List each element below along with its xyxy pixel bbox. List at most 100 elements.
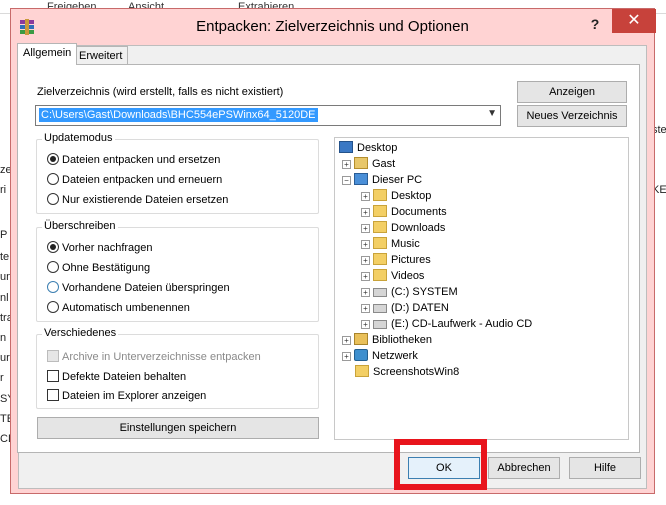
radio-skip-existing[interactable]: Vorhandene Dateien überspringen bbox=[47, 281, 230, 294]
radio-icon[interactable] bbox=[47, 281, 59, 293]
tree-label: (E:) CD-Laufwerk - Audio CD bbox=[391, 318, 533, 330]
tree-node-desktop[interactable]: Desktop bbox=[339, 140, 397, 156]
checkbox-show-explorer[interactable]: Dateien im Explorer anzeigen bbox=[47, 389, 206, 402]
tree-node-pc-desktop[interactable]: + Desktop bbox=[361, 188, 431, 204]
path-label: Zielverzeichnis (wird erstellt, falls es… bbox=[37, 86, 284, 98]
downloads-folder-icon bbox=[373, 221, 387, 233]
radio-ask-before[interactable]: Vorher nachfragen bbox=[47, 241, 153, 254]
expand-icon[interactable]: + bbox=[361, 320, 370, 329]
network-icon bbox=[354, 349, 368, 361]
expand-icon[interactable]: + bbox=[361, 192, 370, 201]
tree-label: Bibliotheken bbox=[372, 334, 432, 346]
group-title: Updatemodus bbox=[42, 132, 115, 144]
radio-selected-icon[interactable] bbox=[47, 241, 59, 253]
group-title: Verschiedenes bbox=[42, 327, 119, 339]
close-button[interactable]: ✕ bbox=[612, 9, 656, 33]
expand-icon[interactable]: + bbox=[342, 336, 351, 345]
tree-node-netzwerk[interactable]: + Netzwerk bbox=[342, 348, 418, 364]
tree-node-downloads[interactable]: + Downloads bbox=[361, 220, 445, 236]
tree-label: Desktop bbox=[391, 190, 432, 202]
option-label: Vorher nachfragen bbox=[62, 242, 153, 254]
update-mode-group: Updatemodus Dateien entpacken und ersetz… bbox=[36, 132, 319, 214]
destination-path-combobox[interactable]: C:\Users\Gast\Downloads\BHC554ePSWinx64_… bbox=[35, 105, 501, 126]
option-label: Vorhandene Dateien überspringen bbox=[62, 282, 230, 294]
music-folder-icon bbox=[373, 237, 387, 249]
tree-label: Dieser PC bbox=[372, 174, 423, 186]
dialog-title: Entpacken: Zielverzeichnis und Optionen bbox=[196, 18, 469, 35]
bg-fragment: nl bbox=[0, 292, 9, 304]
pictures-folder-icon bbox=[373, 253, 387, 265]
checkbox-icon[interactable] bbox=[47, 389, 59, 401]
bg-fragment: n bbox=[0, 332, 7, 344]
option-label: Dateien im Explorer anzeigen bbox=[62, 390, 207, 402]
tree-label: Videos bbox=[391, 270, 425, 282]
desktop-icon bbox=[339, 141, 353, 153]
tab-erweitert[interactable]: Erweitert bbox=[73, 46, 129, 65]
tree-node-videos[interactable]: + Videos bbox=[361, 268, 424, 284]
checkbox-icon bbox=[47, 350, 59, 362]
tree-label: Netzwerk bbox=[372, 350, 418, 362]
radio-no-confirm[interactable]: Ohne Bestätigung bbox=[47, 261, 150, 274]
expand-icon[interactable]: + bbox=[361, 272, 370, 281]
tree-label: Desktop bbox=[357, 142, 398, 154]
title-bar[interactable]: Entpacken: Zielverzeichnis und Optionen … bbox=[11, 9, 656, 43]
drive-icon bbox=[373, 304, 387, 313]
tree-label: Music bbox=[391, 238, 420, 250]
tree-node-pictures[interactable]: + Pictures bbox=[361, 252, 431, 268]
tab-allgemein[interactable]: Allgemein bbox=[17, 43, 78, 65]
tree-label: Downloads bbox=[391, 222, 446, 234]
help-button[interactable]: Hilfe bbox=[569, 457, 641, 479]
collapse-icon[interactable]: − bbox=[342, 176, 351, 185]
bg-fragment: ri bbox=[0, 184, 7, 196]
group-title: Überschreiben bbox=[42, 220, 118, 232]
save-settings-button[interactable]: Einstellungen speichern bbox=[37, 417, 319, 439]
radio-auto-rename[interactable]: Automatisch umbenennen bbox=[47, 301, 190, 314]
expand-icon[interactable]: + bbox=[361, 304, 370, 313]
tree-node-gast[interactable]: + Gast bbox=[342, 156, 395, 172]
expand-icon[interactable]: + bbox=[361, 256, 370, 265]
radio-icon[interactable] bbox=[47, 301, 59, 313]
cancel-button[interactable]: Abbrechen bbox=[488, 457, 560, 479]
path-value[interactable]: C:\Users\Gast\Downloads\BHC554ePSWinx64_… bbox=[39, 108, 318, 122]
radio-icon[interactable] bbox=[47, 193, 59, 205]
expand-icon[interactable]: + bbox=[342, 352, 351, 361]
chevron-down-icon[interactable]: ▼ bbox=[487, 108, 497, 119]
radio-icon[interactable] bbox=[47, 173, 59, 185]
tree-node-drive-d[interactable]: + (D:) DATEN bbox=[361, 300, 449, 316]
radio-replace-existing[interactable]: Nur existierende Dateien ersetzen bbox=[47, 193, 228, 206]
tree-node-music[interactable]: + Music bbox=[361, 236, 420, 252]
expand-icon[interactable]: + bbox=[361, 288, 370, 297]
tree-node-dieser-pc[interactable]: − Dieser PC bbox=[342, 172, 422, 188]
checkbox-icon[interactable] bbox=[47, 370, 59, 382]
bg-fragment: r bbox=[0, 372, 4, 384]
tree-label: (C:) SYSTEM bbox=[391, 286, 458, 298]
videos-folder-icon bbox=[373, 269, 387, 281]
show-button[interactable]: Anzeigen bbox=[517, 81, 627, 103]
computer-icon bbox=[354, 173, 368, 185]
folder-tree[interactable]: Desktop + Gast − Dieser PC + Desktop + Docum… bbox=[334, 137, 629, 440]
tree-node-drive-e[interactable]: + (E:) CD-Laufwerk - Audio CD bbox=[361, 316, 532, 332]
expand-icon[interactable]: + bbox=[361, 224, 370, 233]
folder-icon bbox=[355, 365, 369, 377]
tree-node-documents[interactable]: + Documents bbox=[361, 204, 447, 220]
option-label: Dateien entpacken und ersetzen bbox=[62, 154, 221, 166]
tree-node-drive-c[interactable]: + (C:) SYSTEM bbox=[361, 284, 458, 300]
bg-fragment: P bbox=[0, 229, 8, 241]
help-question-button[interactable]: ? bbox=[581, 13, 609, 35]
new-folder-button[interactable]: Neues Verzeichnis bbox=[517, 105, 627, 127]
option-label: Automatisch umbenennen bbox=[62, 302, 190, 314]
expand-icon[interactable]: + bbox=[361, 208, 370, 217]
libraries-icon bbox=[354, 333, 368, 345]
option-label: Nur existierende Dateien ersetzen bbox=[62, 194, 229, 206]
radio-extract-update[interactable]: Dateien entpacken und erneuern bbox=[47, 173, 222, 186]
tree-node-bibliotheken[interactable]: + Bibliotheken bbox=[342, 332, 432, 348]
drive-icon bbox=[373, 288, 387, 297]
radio-icon[interactable] bbox=[47, 261, 59, 273]
expand-icon[interactable]: + bbox=[361, 240, 370, 249]
radio-extract-replace[interactable]: Dateien entpacken und ersetzen bbox=[47, 153, 220, 166]
radio-selected-icon[interactable] bbox=[47, 153, 59, 165]
misc-group: Verschiedenes Archive in Unterverzeichni… bbox=[36, 327, 319, 409]
expand-icon[interactable]: + bbox=[342, 160, 351, 169]
checkbox-keep-broken[interactable]: Defekte Dateien behalten bbox=[47, 370, 186, 383]
tree-node-screenshots[interactable]: ScreenshotsWin8 bbox=[355, 364, 459, 380]
